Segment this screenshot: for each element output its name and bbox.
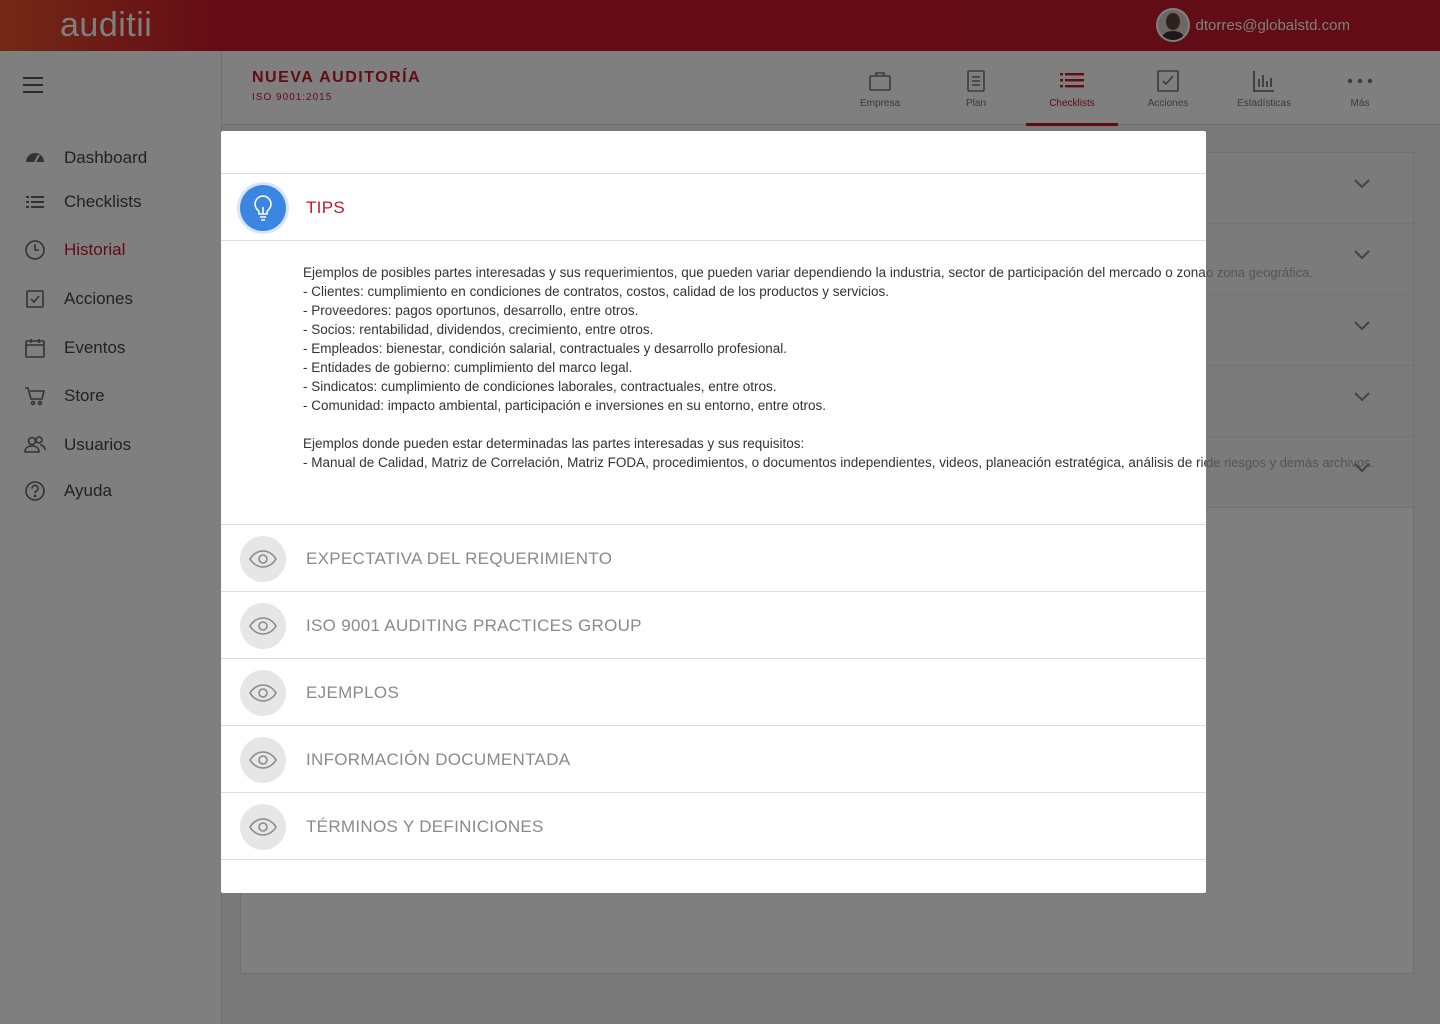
tips-line: - Proveedores: pagos oportunos, desarrol… xyxy=(303,303,639,318)
tips-line: - Clientes: cumplimiento en condiciones … xyxy=(303,284,890,299)
section-terminos[interactable]: TÉRMINOS Y DEFINICIONES xyxy=(221,793,1206,860)
section-title: TÉRMINOS Y DEFINICIONES xyxy=(306,817,544,836)
tips-line: - Manual de Calidad, Matriz de Correlaci… xyxy=(303,455,1206,470)
eye-icon xyxy=(240,804,286,850)
lightbulb-icon xyxy=(240,185,286,231)
tips-line: - Comunidad: impacto ambiental, particip… xyxy=(303,398,827,413)
section-title: EXPECTATIVA DEL REQUERIMIENTO xyxy=(306,549,613,568)
section-title: ISO 9001 AUDITING PRACTICES GROUP xyxy=(306,616,642,635)
eye-icon xyxy=(240,670,286,716)
tips-text: Ejemplos de posibles partes interesadas … xyxy=(303,263,1206,472)
section-ejemplos[interactable]: EJEMPLOS xyxy=(221,659,1206,726)
tips-line: - Empleados: bienestar, condición salari… xyxy=(303,341,788,356)
section-title: INFORMACIÓN DOCUMENTADA xyxy=(306,750,571,769)
tips-modal: TIPS Ejemplos de posibles partes interes… xyxy=(221,131,1206,893)
modal-header xyxy=(221,131,1206,174)
section-title: EJEMPLOS xyxy=(306,683,400,702)
tips-line: Ejemplos de posibles partes interesadas … xyxy=(303,265,1206,280)
tips-line: - Socios: rentabilidad, dividendos, crec… xyxy=(303,322,654,337)
tips-line: - Entidades de gobierno: cumplimiento de… xyxy=(303,360,633,375)
tips-line: Ejemplos donde pueden estar determinadas… xyxy=(303,436,805,451)
section-informacion-documentada[interactable]: INFORMACIÓN DOCUMENTADA xyxy=(221,726,1206,793)
tips-line: - Sindicatos: cumplimiento de condicione… xyxy=(303,379,777,394)
tips-content: Ejemplos de posibles partes interesadas … xyxy=(221,241,1206,525)
section-iso-practices[interactable]: ISO 9001 AUDITING PRACTICES GROUP xyxy=(221,592,1206,659)
eye-icon xyxy=(240,603,286,649)
eye-icon xyxy=(240,536,286,582)
section-tips[interactable]: TIPS xyxy=(221,174,1206,241)
eye-icon xyxy=(240,737,286,783)
section-expectativa[interactable]: EXPECTATIVA DEL REQUERIMIENTO xyxy=(221,525,1206,592)
section-title: TIPS xyxy=(306,198,345,217)
